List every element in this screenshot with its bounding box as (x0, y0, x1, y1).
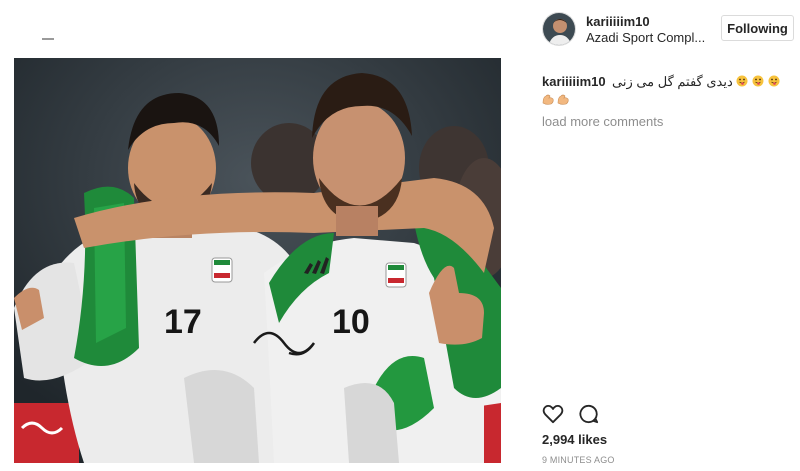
face-with-tongue-emoji (736, 74, 752, 89)
post-timestamp: 9 MINUTES AGO (542, 455, 615, 465)
post-username[interactable]: kariiiiim10 (586, 14, 650, 29)
following-button[interactable]: Following (721, 15, 794, 41)
jersey-number-10: 10 (332, 303, 370, 341)
likes-count[interactable]: 2,994 likes (542, 432, 607, 447)
players-photo-image: 17 10 (14, 58, 501, 463)
post-photo[interactable]: 17 10 (14, 58, 501, 463)
jersey-number-17: 17 (164, 303, 202, 341)
load-more-comments-link[interactable]: load more comments (542, 114, 663, 129)
flexed-biceps-emoji (542, 92, 555, 110)
comment-username[interactable]: kariiiiim10 (542, 74, 606, 89)
face-with-tongue-emoji (768, 74, 780, 89)
post-sidebar: kariiiiim10 Azadi Sport Compl... Followi… (528, 0, 800, 471)
avatar-image (543, 13, 575, 45)
comment-body: دیدی گفتم گل می زنی (612, 74, 733, 89)
flexed-biceps-emoji (557, 92, 570, 110)
heart-icon[interactable] (542, 404, 564, 429)
face-with-tongue-emoji (752, 74, 768, 89)
comment-emoji-row (542, 92, 570, 110)
comment-bubble-icon[interactable] (578, 404, 600, 429)
comment-text: دیدی گفتم گل می زنی (612, 74, 780, 90)
divider-mark (42, 38, 54, 40)
post-actions (542, 404, 600, 429)
post-location[interactable]: Azadi Sport Compl... (586, 30, 705, 45)
avatar[interactable] (542, 12, 576, 46)
